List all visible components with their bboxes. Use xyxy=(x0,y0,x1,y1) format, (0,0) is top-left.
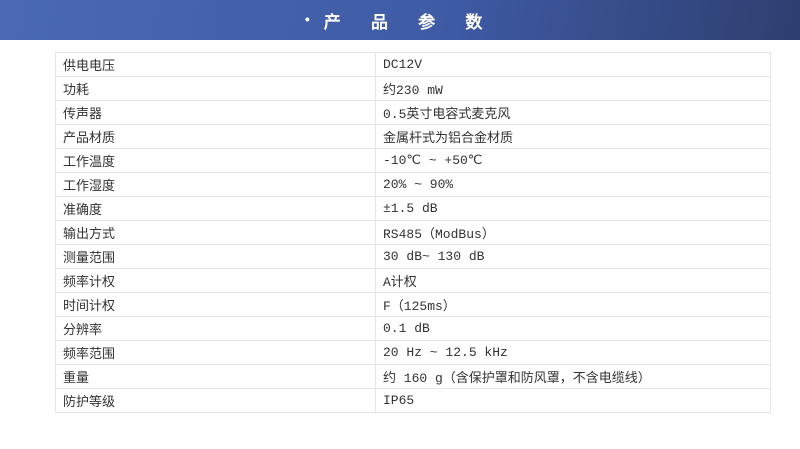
spec-table: 供电电压DC12V功耗约230 mW传声器0.5英寸电容式麦克风产品材质金属杆式… xyxy=(55,52,771,413)
spec-value-cell: 20% ~ 90% xyxy=(376,173,771,197)
spec-label-cell: 准确度 xyxy=(56,197,376,221)
spec-label-cell: 重量 xyxy=(56,365,376,389)
spec-value-cell: 金属杆式为铝合金材质 xyxy=(376,125,771,149)
spec-label-cell: 测量范围 xyxy=(56,245,376,269)
spec-label-cell: 输出方式 xyxy=(56,221,376,245)
spec-value-cell: RS485（ModBus） xyxy=(376,221,771,245)
spec-table-body: 供电电压DC12V功耗约230 mW传声器0.5英寸电容式麦克风产品材质金属杆式… xyxy=(56,53,771,413)
table-row: 输出方式RS485（ModBus） xyxy=(56,221,771,245)
table-row: 传声器0.5英寸电容式麦克风 xyxy=(56,101,771,125)
spec-label-cell: 分辨率 xyxy=(56,317,376,341)
spec-label-cell: 防护等级 xyxy=(56,389,376,413)
page-title: • 产 品 参 数 xyxy=(305,8,495,33)
spec-value-cell: 约230 mW xyxy=(376,77,771,101)
table-row: 功耗约230 mW xyxy=(56,77,771,101)
bullet-icon: • xyxy=(305,11,310,27)
table-row: 供电电压DC12V xyxy=(56,53,771,77)
spec-value-cell: 0.5英寸电容式麦克风 xyxy=(376,101,771,125)
content-area: 供电电压DC12V功耗约230 mW传声器0.5英寸电容式麦克风产品材质金属杆式… xyxy=(0,40,800,413)
table-row: 分辨率0.1 dB xyxy=(56,317,771,341)
table-row: 准确度±1.5 dB xyxy=(56,197,771,221)
spec-value-cell: 20 Hz ~ 12.5 kHz xyxy=(376,341,771,365)
table-row: 防护等级IP65 xyxy=(56,389,771,413)
table-row: 时间计权F（125ms） xyxy=(56,293,771,317)
spec-value-cell: -10℃ ~ +50℃ xyxy=(376,149,771,173)
table-row: 测量范围30 dB~ 130 dB xyxy=(56,245,771,269)
spec-value-cell: 30 dB~ 130 dB xyxy=(376,245,771,269)
header-bar: • 产 品 参 数 xyxy=(0,0,800,40)
table-row: 频率计权A计权 xyxy=(56,269,771,293)
spec-label-cell: 工作温度 xyxy=(56,149,376,173)
table-row: 工作湿度20% ~ 90% xyxy=(56,173,771,197)
spec-label-cell: 传声器 xyxy=(56,101,376,125)
spec-label-cell: 时间计权 xyxy=(56,293,376,317)
spec-value-cell: DC12V xyxy=(376,53,771,77)
spec-label-cell: 工作湿度 xyxy=(56,173,376,197)
spec-value-cell: 0.1 dB xyxy=(376,317,771,341)
spec-label-cell: 供电电压 xyxy=(56,53,376,77)
spec-value-cell: A计权 xyxy=(376,269,771,293)
spec-label-cell: 频率范围 xyxy=(56,341,376,365)
spec-label-cell: 频率计权 xyxy=(56,269,376,293)
table-row: 工作温度-10℃ ~ +50℃ xyxy=(56,149,771,173)
spec-label-cell: 产品材质 xyxy=(56,125,376,149)
table-row: 重量约 160 g（含保护罩和防风罩，不含电缆线） xyxy=(56,365,771,389)
spec-value-cell: ±1.5 dB xyxy=(376,197,771,221)
table-row: 产品材质金属杆式为铝合金材质 xyxy=(56,125,771,149)
spec-value-cell: IP65 xyxy=(376,389,771,413)
table-row: 频率范围20 Hz ~ 12.5 kHz xyxy=(56,341,771,365)
spec-value-cell: F（125ms） xyxy=(376,293,771,317)
spec-value-cell: 约 160 g（含保护罩和防风罩，不含电缆线） xyxy=(376,365,771,389)
spec-label-cell: 功耗 xyxy=(56,77,376,101)
page-title-text: 产 品 参 数 xyxy=(324,8,495,33)
